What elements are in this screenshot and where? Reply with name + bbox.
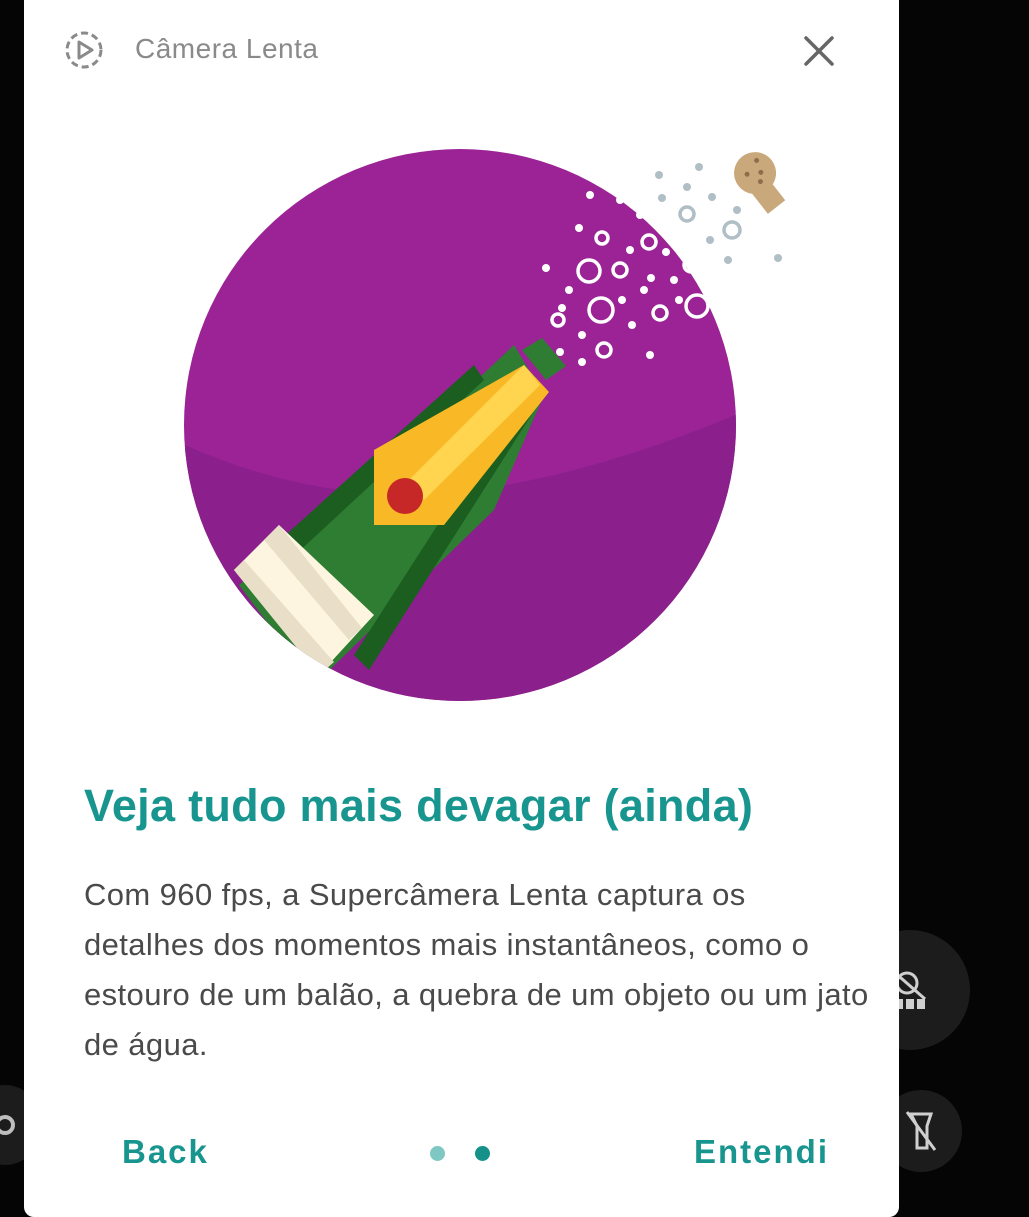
- champagne-bottle-illustration: [184, 149, 786, 701]
- close-button[interactable]: [794, 26, 844, 76]
- page-indicator: [430, 1146, 490, 1161]
- dialog-header: Câmera Lenta: [24, 0, 899, 100]
- page-dot-2: [475, 1146, 490, 1161]
- confirm-button[interactable]: Entendi: [694, 1133, 829, 1171]
- slow-motion-icon: [65, 31, 103, 69]
- mode-title: Câmera Lenta: [135, 33, 319, 64]
- flash-off-icon: [905, 1111, 937, 1151]
- page-dot-1: [430, 1146, 445, 1161]
- slow-motion-intro-dialog: Câmera Lenta Veja tudo mais devagar (ain…: [24, 0, 899, 1217]
- close-icon: [804, 36, 834, 66]
- back-button[interactable]: Back: [122, 1133, 209, 1171]
- camera-switch-icon: [0, 1115, 15, 1135]
- dialog-description: Com 960 fps, a Supercâmera Lenta captura…: [84, 877, 869, 1062]
- dialog-headline: Veja tudo mais devagar (ainda): [84, 780, 754, 831]
